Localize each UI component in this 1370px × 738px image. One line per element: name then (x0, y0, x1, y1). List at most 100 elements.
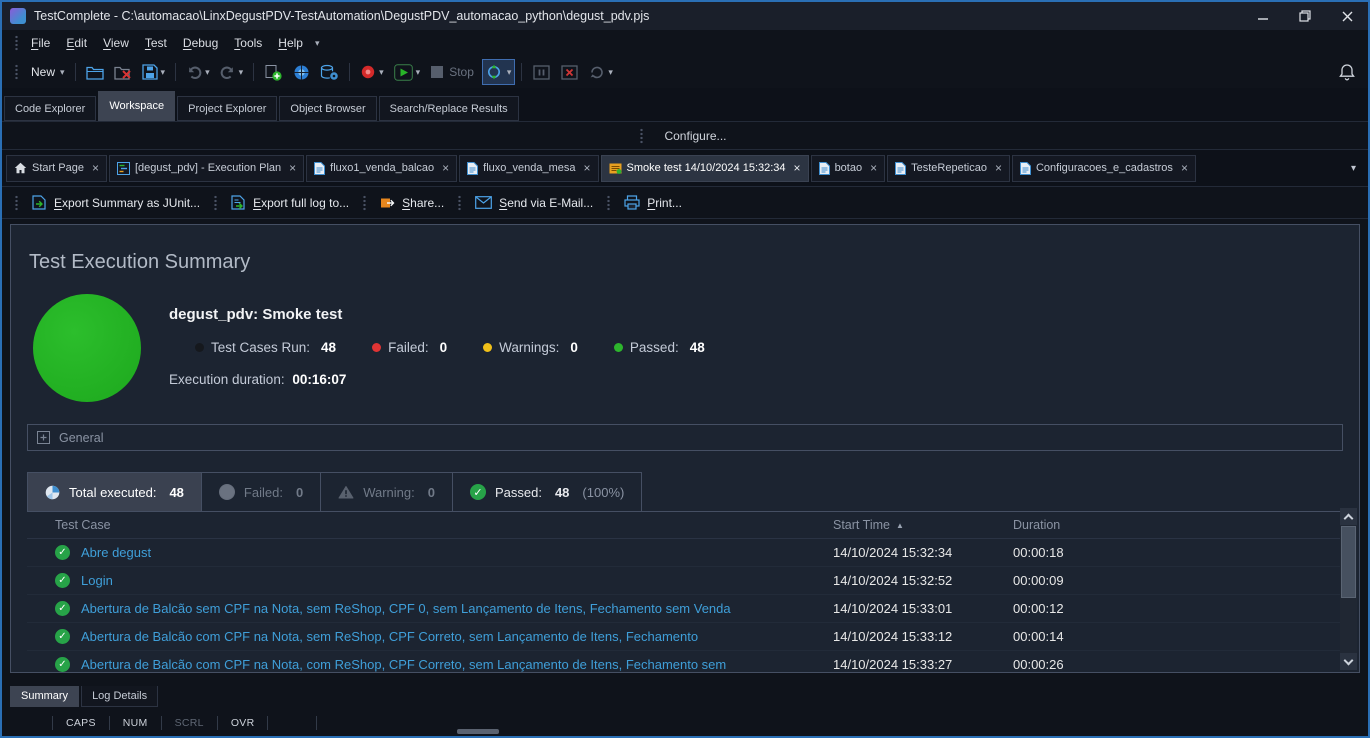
doc-tab-fluxo-venda-mesa[interactable]: fluxo_venda_mesa × (459, 155, 598, 182)
menu-item-tools[interactable]: Tools (226, 32, 270, 54)
horizontal-scrollbar-thumb[interactable] (457, 729, 499, 734)
chevron-down-icon[interactable]: ▾ (161, 68, 166, 77)
close-tab-icon[interactable]: × (794, 162, 801, 174)
record-test-button[interactable]: ▾ (356, 59, 388, 85)
minimize-button[interactable] (1242, 2, 1284, 30)
menu-item-edit[interactable]: Edit (58, 32, 95, 54)
toolbar-grip[interactable] (14, 64, 19, 80)
chevron-down-icon[interactable]: ▾ (379, 68, 384, 77)
vertical-scrollbar[interactable] (1340, 508, 1357, 670)
filter-failed[interactable]: Failed: 0 (201, 472, 320, 511)
doc-tab-botao[interactable]: botao × (811, 155, 886, 182)
tab-code-explorer[interactable]: Code Explorer (4, 96, 96, 121)
tab-summary[interactable]: Summary (10, 686, 79, 707)
close-file-button[interactable] (110, 59, 136, 85)
doc-tab-configuracoes-e-cadastros[interactable]: Configuracoes_e_cadastros × (1012, 155, 1196, 182)
stop-button[interactable]: Stop (426, 59, 480, 85)
filter-warning[interactable]: Warning: 0 (320, 472, 452, 511)
table-row[interactable]: ✓ Abertura de Balcão sem CPF na Nota, se… (27, 595, 1343, 623)
close-window-button[interactable] (1326, 2, 1368, 30)
new-button[interactable]: New ▾ (25, 59, 69, 85)
open-file-button[interactable] (82, 59, 108, 85)
data-generator-button[interactable] (316, 59, 343, 85)
table-row[interactable]: ✓ Abertura de Balcão com CPF na Nota, se… (27, 623, 1343, 651)
column-header-test-case[interactable]: Test Case (55, 518, 833, 532)
notifications-button[interactable] (1334, 59, 1360, 85)
filter-label: Warning: (363, 485, 415, 500)
run-test-button[interactable]: ▾ (390, 59, 425, 85)
log-toolbar-grip[interactable] (14, 195, 19, 211)
doc-tab-smoke-test-log[interactable]: Smoke test 14/10/2024 15:32:34 × (601, 155, 809, 182)
terminate-button[interactable] (556, 59, 582, 85)
test-case-link[interactable]: Abre degust (81, 545, 151, 560)
configure-button[interactable]: Configure... (656, 126, 734, 146)
close-tab-icon[interactable]: × (442, 162, 449, 174)
export-full-log-button[interactable]: Export full log to... (224, 191, 356, 214)
stat-value: 0 (440, 340, 448, 355)
tab-object-browser[interactable]: Object Browser (279, 96, 376, 121)
menu-item-help[interactable]: Help (270, 32, 311, 54)
chevron-down-icon[interactable]: ▾ (205, 68, 210, 77)
general-section-header[interactable]: General (27, 424, 1343, 451)
tab-search-replace-results[interactable]: Search/Replace Results (379, 96, 519, 121)
rerun-button[interactable]: ▾ (584, 59, 617, 85)
doc-tab-fluxo1-venda-balcao[interactable]: fluxo1_venda_balcao × (306, 155, 457, 182)
redo-button[interactable]: ▾ (216, 59, 248, 85)
checkpoint-button[interactable] (288, 59, 314, 85)
close-tab-icon[interactable]: × (1181, 162, 1188, 174)
send-email-button[interactable]: Send via E-Mail... (468, 192, 600, 214)
debug-mode-button[interactable]: ▾ (482, 59, 516, 85)
menu-overflow-icon[interactable]: ▾ (311, 38, 324, 49)
close-tab-icon[interactable]: × (92, 162, 99, 174)
scroll-up-button[interactable] (1340, 508, 1357, 525)
scrollbar-thumb[interactable] (1341, 526, 1356, 598)
column-header-start-time[interactable]: Start Time ▲ (833, 518, 1013, 532)
restore-button[interactable] (1284, 2, 1326, 30)
filter-passed[interactable]: ✓ Passed: 48 (100%) (452, 472, 642, 511)
close-tab-icon[interactable]: × (289, 162, 296, 174)
menu-item-file[interactable]: File (23, 32, 58, 54)
chevron-down-icon[interactable]: ▾ (416, 68, 421, 77)
expand-icon[interactable] (37, 431, 50, 444)
doc-tab-execution-plan[interactable]: [degust_pdv] - Execution Plan × (109, 155, 304, 182)
test-case-link[interactable]: Abertura de Balcão com CPF na Nota, sem … (81, 629, 698, 644)
chevron-down-icon[interactable]: ▾ (507, 68, 512, 77)
add-item-button[interactable] (260, 59, 286, 85)
scroll-down-button[interactable] (1340, 653, 1357, 670)
tab-log-details[interactable]: Log Details (81, 686, 158, 707)
test-case-link[interactable]: Login (81, 573, 113, 588)
menu-item-view[interactable]: View (95, 32, 137, 54)
print-button[interactable]: Print... (617, 191, 689, 214)
tab-label: Log Details (92, 690, 147, 702)
close-tab-icon[interactable]: × (995, 162, 1002, 174)
filter-value: 0 (296, 485, 303, 500)
chevron-down-icon[interactable]: ▾ (60, 68, 65, 77)
tab-project-explorer[interactable]: Project Explorer (177, 96, 277, 121)
test-case-link[interactable]: Abertura de Balcão sem CPF na Nota, sem … (81, 601, 731, 616)
test-case-link[interactable]: Abertura de Balcão com CPF na Nota, com … (81, 657, 726, 672)
table-row[interactable]: ✓ Login 14/10/2024 15:32:52 00:00:09 (27, 567, 1343, 595)
save-button[interactable]: ▾ (138, 59, 170, 85)
filter-total-executed[interactable]: Total executed: 48 (27, 472, 201, 511)
share-button[interactable]: Share... (373, 191, 451, 214)
table-row[interactable]: ✓ Abre degust 14/10/2024 15:32:34 00:00:… (27, 539, 1343, 567)
chevron-down-icon[interactable]: ▾ (608, 68, 613, 77)
doc-tab-label: Configuracoes_e_cadastros (1036, 162, 1173, 174)
chevron-down-icon[interactable]: ▾ (239, 68, 244, 77)
tab-workspace[interactable]: Workspace (98, 91, 175, 121)
undo-button[interactable]: ▾ (182, 59, 214, 85)
scrollbar-track[interactable] (1340, 599, 1357, 653)
doc-tab-testerepeticao[interactable]: TesteRepeticao × (887, 155, 1010, 182)
pause-button[interactable] (528, 59, 554, 85)
close-tab-icon[interactable]: × (584, 162, 591, 174)
export-junit-button[interactable]: Export Summary as JUnit... (25, 191, 207, 214)
close-tab-icon[interactable]: × (870, 162, 877, 174)
menu-item-test[interactable]: Test (137, 32, 175, 54)
configure-bar-grip[interactable] (639, 128, 644, 144)
tab-list-dropdown-icon[interactable]: ▾ (1351, 163, 1356, 174)
column-header-duration[interactable]: Duration (1013, 518, 1343, 532)
table-row[interactable]: ✓ Abertura de Balcão com CPF na Nota, co… (27, 651, 1343, 673)
doc-tab-start-page[interactable]: Start Page × (6, 155, 107, 182)
menu-item-debug[interactable]: Debug (175, 32, 226, 54)
menubar-grip[interactable] (14, 35, 19, 51)
